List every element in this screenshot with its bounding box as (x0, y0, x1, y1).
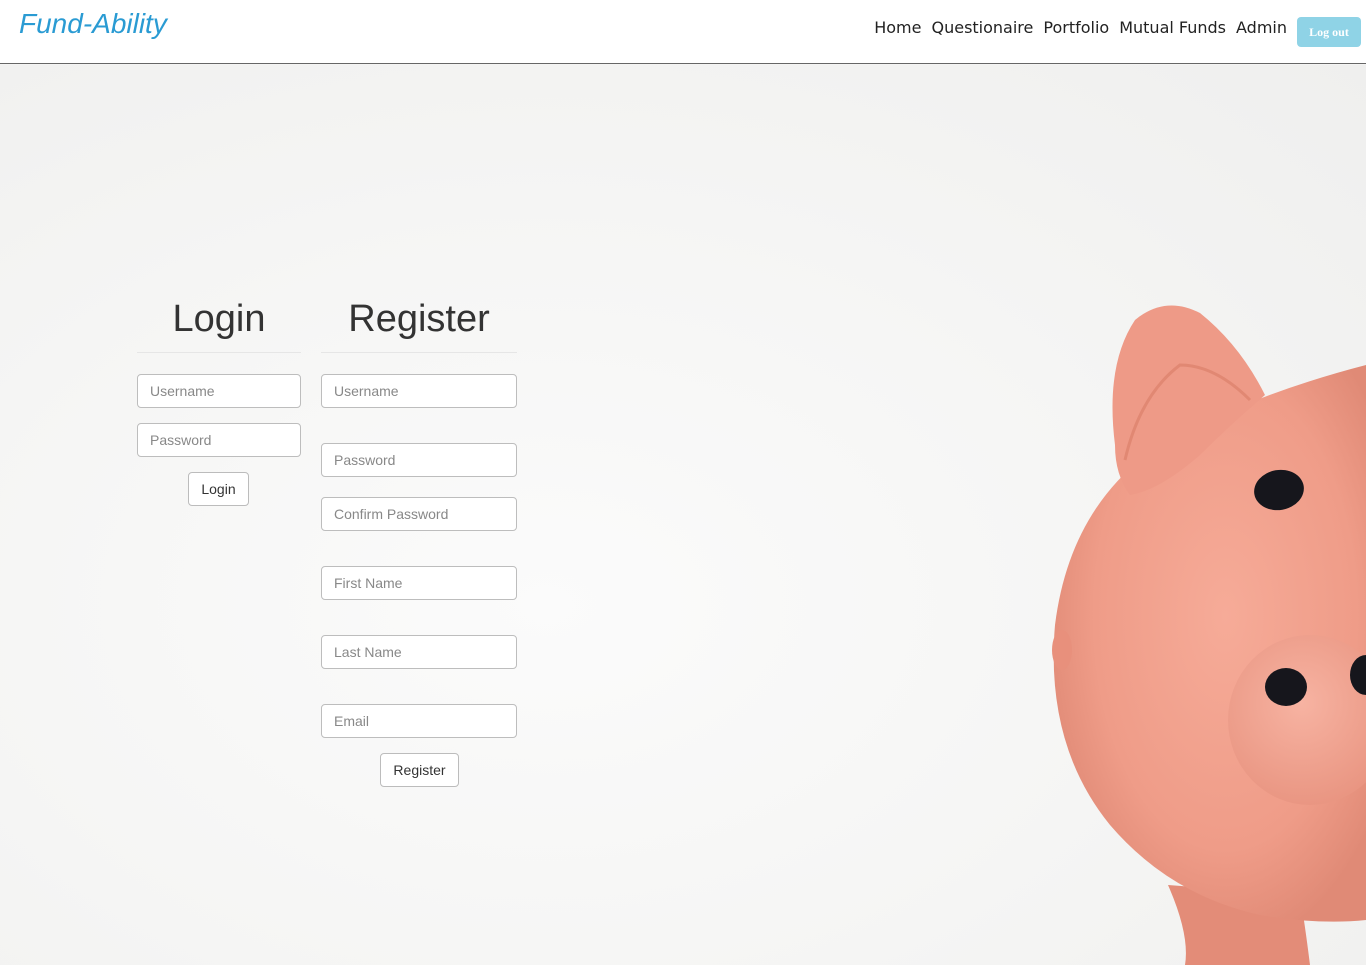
nav-portfolio[interactable]: Portfolio (1043, 18, 1109, 37)
register-last-name-input[interactable] (321, 635, 517, 669)
piggy-bank-image (1052, 305, 1366, 965)
login-password-input[interactable] (137, 423, 301, 457)
nav-admin[interactable]: Admin (1236, 18, 1287, 37)
brand-logo[interactable]: Fund-Ability (19, 8, 167, 40)
logout-button[interactable]: Log out (1297, 17, 1361, 47)
login-button[interactable]: Login (188, 472, 249, 506)
nav-home[interactable]: Home (874, 18, 921, 37)
register-email-input[interactable] (321, 704, 517, 738)
register-username-input[interactable] (321, 374, 517, 408)
nav-links: Home Questionaire Portfolio Mutual Funds… (874, 18, 1287, 37)
nav-questionaire[interactable]: Questionaire (931, 18, 1033, 37)
hero-background (0, 65, 1366, 965)
register-confirm-password-input[interactable] (321, 497, 517, 531)
register-button[interactable]: Register (380, 753, 459, 787)
login-title: Login (137, 295, 301, 353)
nav-mutual-funds[interactable]: Mutual Funds (1119, 18, 1226, 37)
login-username-input[interactable] (137, 374, 301, 408)
register-title: Register (321, 295, 517, 353)
register-first-name-input[interactable] (321, 566, 517, 600)
register-password-input[interactable] (321, 443, 517, 477)
navbar: Fund-Ability Home Questionaire Portfolio… (0, 0, 1366, 64)
